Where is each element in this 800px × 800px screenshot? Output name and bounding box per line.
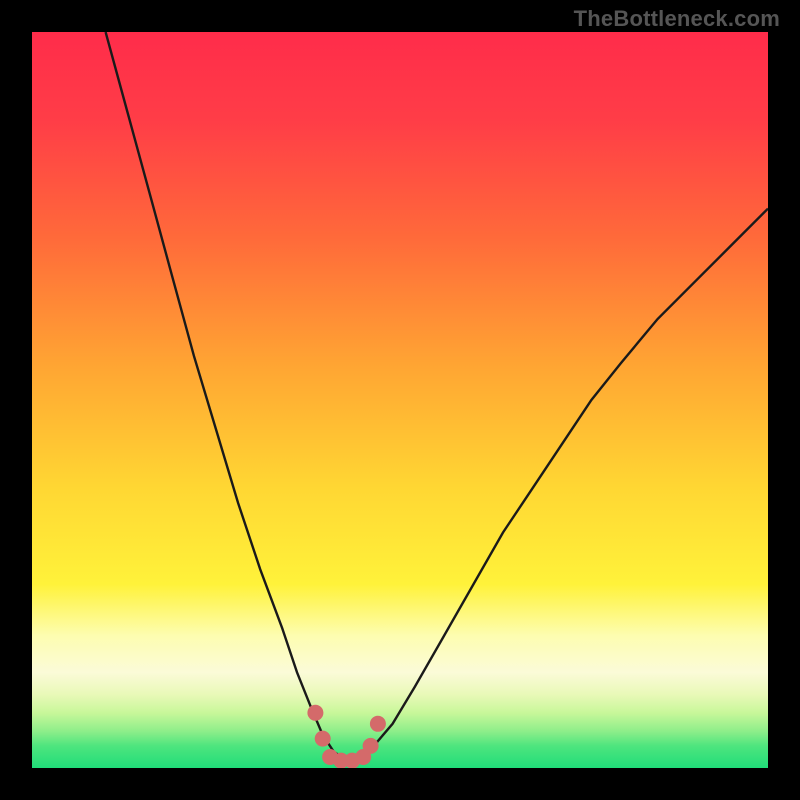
watermark-text: TheBottleneck.com xyxy=(574,6,780,32)
valley-marker xyxy=(315,731,331,747)
plot-area xyxy=(32,32,768,768)
valley-marker xyxy=(363,738,379,754)
valley-marker xyxy=(370,716,386,732)
valley-marker xyxy=(307,705,323,721)
chart-svg xyxy=(32,32,768,768)
chart-background xyxy=(32,32,768,768)
chart-frame: TheBottleneck.com xyxy=(0,0,800,800)
